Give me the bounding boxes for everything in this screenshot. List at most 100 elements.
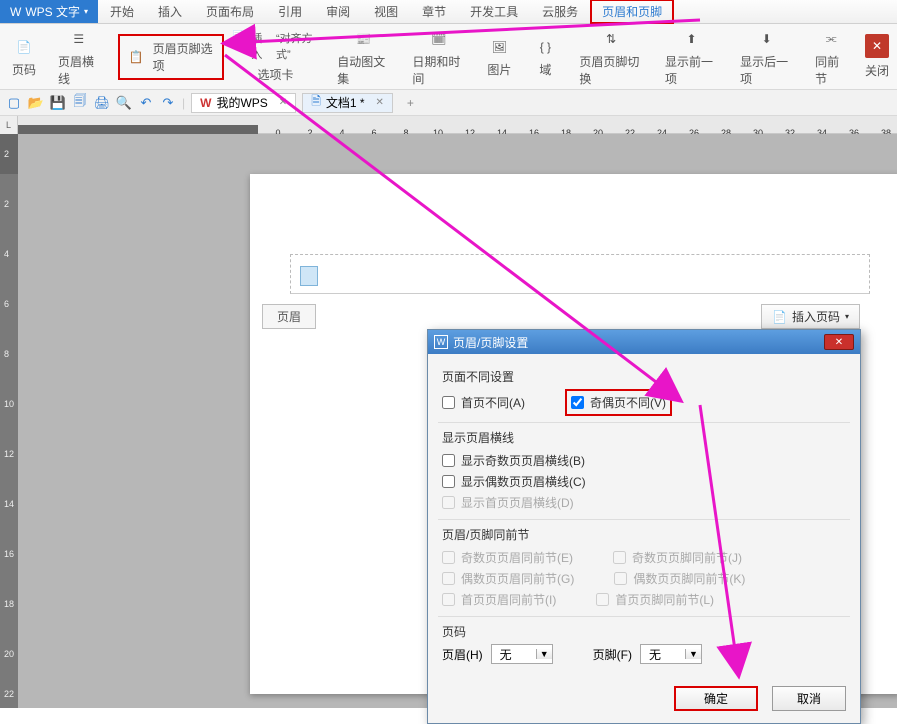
datetime-label: 日期和时间 [412, 53, 465, 87]
show-next-label: 显示后一项 [740, 53, 793, 87]
ribbon: 📄 页码 ☰ 页眉横线 📋 页眉页脚选项 📑 插入 “对齐方式” 选项卡 📰 自… [0, 24, 897, 90]
same-prev-icon: ⫘ [819, 27, 843, 51]
header-page-icon [300, 266, 318, 286]
checkbox-even-hsame: 偶数页页眉同前节(G) [442, 568, 574, 589]
show-prev-button[interactable]: ⬆ 显示前一项 [661, 25, 722, 89]
tabs-label[interactable]: 选项卡 [257, 66, 293, 83]
ruler-v-tick: 2 [4, 149, 9, 159]
autotext-button[interactable]: 📰 自动图文集 [333, 25, 394, 89]
hf-switch-icon: ⇅ [599, 27, 623, 51]
even-hsame-label: 偶数页页眉同前节(G) [461, 570, 574, 587]
print-icon[interactable]: 🖨 [94, 95, 110, 111]
datetime-icon: 🗓 [427, 27, 451, 51]
ruler-v-tick: 20 [4, 649, 14, 659]
even-fsame-label: 偶数页页脚同前节(K) [633, 570, 745, 587]
ruler-horizontal[interactable]: L 0 2 4 6 8 10 12 14 16 18 20 22 24 26 2… [0, 116, 897, 134]
header-footer-settings-dialog: W 页眉/页脚设置 ✕ 页面不同设置 首页不同(A) 奇偶页不同(V) 显示页眉… [427, 329, 861, 724]
wps-logo-icon: W [10, 5, 21, 19]
header-combo-value: 无 [492, 646, 536, 663]
footer-combo-label: 页脚(F) [593, 646, 632, 663]
checkbox-first-diff[interactable]: 首页不同(A) [442, 389, 525, 416]
checkbox-first-fsame: 首页页脚同前节(L) [596, 589, 714, 610]
menu-start[interactable]: 开始 [98, 0, 146, 24]
insert-pn-icon: 📄 [772, 310, 787, 324]
autotext-label: 自动图文集 [337, 53, 390, 87]
align-label: “对齐方式” [276, 30, 319, 62]
open-icon[interactable]: 📂 [28, 95, 44, 111]
datetime-button[interactable]: 🗓 日期和时间 [408, 25, 469, 89]
ruler-v-tick: 6 [4, 299, 9, 309]
checkbox-even-hline[interactable]: 显示偶数页页眉横线(C) [442, 471, 846, 492]
checkbox-odd-fsame: 奇数页页脚同前节(J) [613, 547, 742, 568]
menu-devtools[interactable]: 开发工具 [458, 0, 530, 24]
undo-icon[interactable]: ↶ [138, 95, 154, 111]
dropdown-icon: ▾ [84, 7, 88, 16]
menu-cloud[interactable]: 云服务 [530, 0, 590, 24]
dropdown-icon: ▾ [845, 312, 849, 321]
picture-button[interactable]: 🖼 图片 [483, 33, 515, 80]
dialog-titlebar[interactable]: W 页眉/页脚设置 ✕ [428, 330, 860, 354]
tab-document[interactable]: 🗎 文档1 * ✕ [302, 93, 393, 113]
header-combo[interactable]: 无▼ [491, 644, 553, 664]
checkbox-even-fsame: 偶数页页脚同前节(K) [614, 568, 745, 589]
checkbox-odd-hsame: 奇数页页眉同前节(E) [442, 547, 573, 568]
app-menu-button[interactable]: W WPS 文字 ▾ [0, 0, 98, 23]
page-number-button[interactable]: 📄 页码 [8, 33, 40, 80]
dialog-close-button[interactable]: ✕ [824, 334, 854, 350]
hf-switch-button[interactable]: ⇅ 页眉页脚切换 [575, 25, 647, 89]
ruler-vertical[interactable]: 2 2 4 6 8 10 12 14 16 18 20 22 [0, 134, 18, 708]
same-prev-button[interactable]: ⫘ 同前节 [811, 25, 851, 89]
odd-fsame-label: 奇数页页脚同前节(J) [632, 549, 742, 566]
cancel-button[interactable]: 取消 [772, 686, 846, 711]
tab-mywps-close-icon[interactable]: ✕ [279, 97, 287, 108]
tab-document-close-icon[interactable]: ✕ [376, 97, 384, 108]
menu-view[interactable]: 视图 [362, 0, 410, 24]
menu-chapter[interactable]: 章节 [410, 0, 458, 24]
redo-icon[interactable]: ↷ [160, 95, 176, 111]
new-icon[interactable]: ▢ [6, 95, 22, 111]
picture-label: 图片 [487, 61, 511, 78]
even-hline-label: 显示偶数页页眉横线(C) [461, 473, 586, 490]
preview-icon[interactable]: 🔍 [116, 95, 132, 111]
first-hline-label: 显示首页页眉横线(D) [461, 494, 574, 511]
footer-combo[interactable]: 无▼ [640, 644, 702, 664]
new-tab-button[interactable]: + [399, 96, 422, 110]
hf-switch-label: 页眉页脚切换 [579, 53, 643, 87]
tab-document-label: 文档1 * [326, 94, 365, 111]
checkbox-odd-hline[interactable]: 显示奇数页页眉横线(B) [442, 450, 846, 471]
ok-button[interactable]: 确定 [674, 686, 758, 711]
odd-hsame-label: 奇数页页眉同前节(E) [461, 549, 573, 566]
header-line-button[interactable]: ☰ 页眉横线 [54, 25, 104, 89]
show-prev-label: 显示前一项 [665, 53, 718, 87]
header-zone[interactable] [290, 254, 870, 294]
menu-header-footer[interactable]: 页眉和页脚 [590, 0, 674, 24]
menu-review[interactable]: 审阅 [314, 0, 362, 24]
oddeven-diff-label: 奇偶页不同(V) [590, 394, 666, 411]
picture-icon: 🖼 [487, 35, 511, 59]
odd-hline-label: 显示奇数页页眉横线(B) [461, 452, 585, 469]
tab-mywps[interactable]: W 我的WPS ✕ [191, 93, 296, 113]
header-combo-label: 页眉(H) [442, 646, 483, 663]
ruler-v-tick: 4 [4, 249, 9, 259]
hf-options-button[interactable]: 📋 页眉页脚选项 [118, 34, 224, 80]
show-next-button[interactable]: ⬇ 显示后一项 [736, 25, 797, 89]
page-number-icon: 📄 [12, 35, 36, 59]
close-ribbon-button[interactable]: ✕ 关闭 [865, 34, 889, 79]
insert-page-number-button[interactable]: 📄 插入页码 ▾ [761, 304, 860, 329]
app-name: WPS 文字 [25, 3, 80, 20]
menu-layout[interactable]: 页面布局 [194, 0, 266, 24]
save-icon[interactable]: 💾 [50, 95, 66, 111]
checkbox-first-hsame: 首页页眉同前节(I) [442, 589, 556, 610]
header-line-icon: ☰ [67, 27, 91, 51]
save-as-icon[interactable]: 🗐 [72, 95, 88, 111]
insert-label: 插入 [251, 30, 270, 62]
menu-reference[interactable]: 引用 [266, 0, 314, 24]
dropdown-icon: ▼ [685, 649, 701, 659]
menu-insert[interactable]: 插入 [146, 0, 194, 24]
group-headerline: 显示页眉横线 [442, 429, 846, 446]
close-label: 关闭 [865, 62, 889, 79]
autotext-icon: 📰 [352, 27, 376, 51]
checkbox-oddeven-diff[interactable]: 奇偶页不同(V) [571, 392, 666, 413]
tab-mywps-label: 我的WPS [216, 94, 267, 111]
field-button[interactable]: { } 域 [529, 33, 561, 80]
